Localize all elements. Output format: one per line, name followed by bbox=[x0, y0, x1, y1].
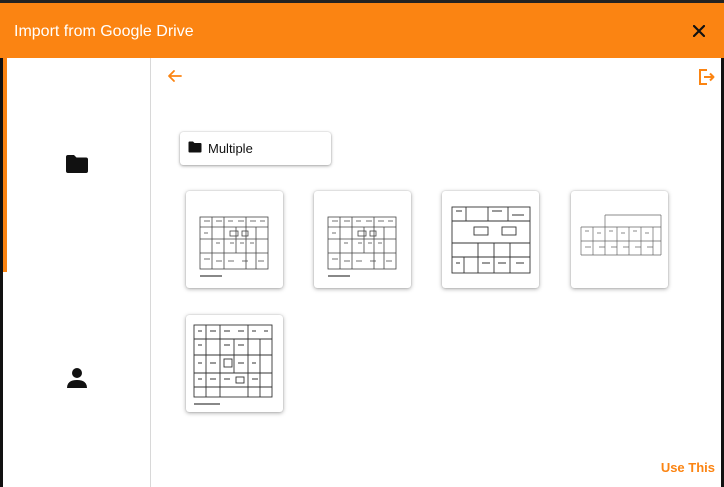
floor-plan-image bbox=[580, 214, 662, 256]
file-thumbnail[interactable] bbox=[571, 191, 668, 288]
dialog-header: Import from Google Drive bbox=[0, 0, 724, 58]
floor-plan-image bbox=[327, 216, 397, 277]
file-browser: Multiple Use This bbox=[151, 58, 721, 487]
floor-plan-image bbox=[199, 216, 269, 277]
floor-plan-image bbox=[451, 206, 531, 274]
folder-label: Multiple bbox=[208, 141, 253, 156]
sidebar bbox=[3, 58, 150, 487]
arrow-left-icon[interactable] bbox=[167, 68, 183, 89]
floor-plan-image bbox=[193, 324, 273, 405]
file-thumbnail[interactable] bbox=[314, 191, 411, 288]
use-this-button[interactable]: Use This bbox=[661, 460, 715, 475]
file-thumbnail[interactable] bbox=[442, 191, 539, 288]
folder-item-multiple[interactable]: Multiple bbox=[180, 132, 331, 165]
person-icon bbox=[66, 367, 88, 394]
sidebar-item-folders[interactable] bbox=[3, 136, 150, 196]
file-thumbnail[interactable] bbox=[186, 315, 283, 412]
close-icon[interactable] bbox=[688, 20, 710, 42]
sidebar-item-account[interactable] bbox=[3, 350, 150, 410]
folder-icon bbox=[188, 140, 202, 158]
folder-icon bbox=[65, 154, 89, 179]
logout-icon[interactable] bbox=[697, 68, 715, 91]
dialog-title: Import from Google Drive bbox=[14, 23, 194, 40]
file-thumbnail[interactable] bbox=[186, 191, 283, 288]
